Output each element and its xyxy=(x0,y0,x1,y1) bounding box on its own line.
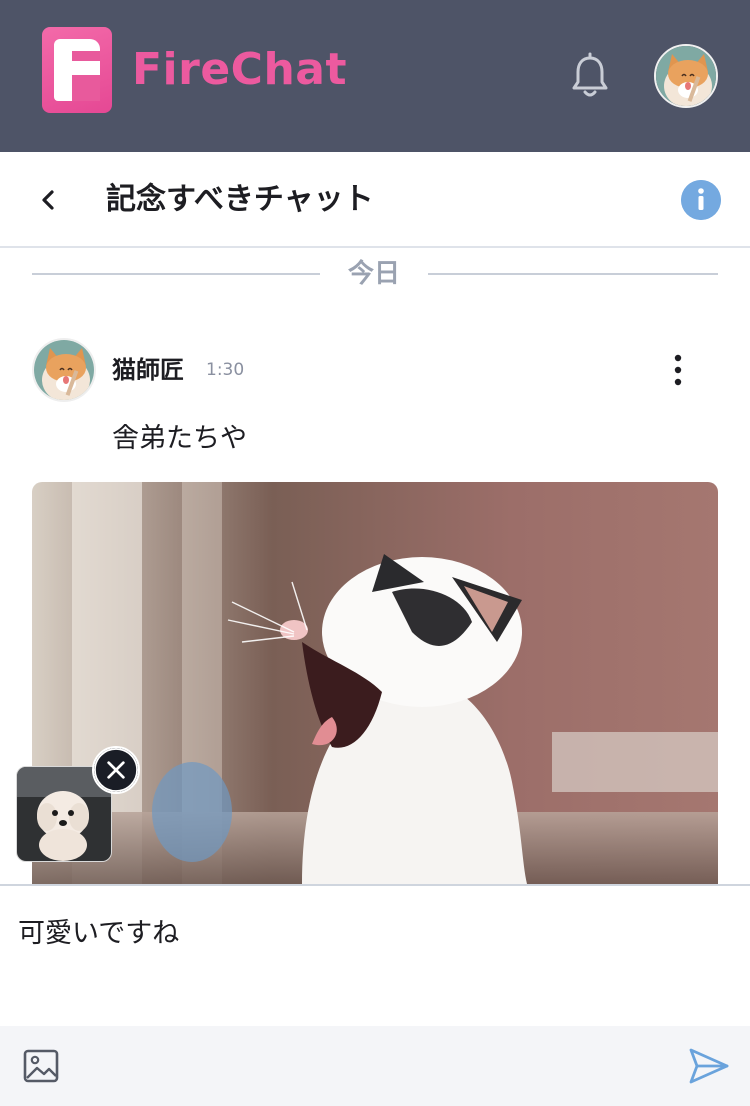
send-icon[interactable] xyxy=(688,1046,730,1086)
chevron-left-icon[interactable] xyxy=(30,182,66,218)
message-author-avatar[interactable] xyxy=(32,338,96,402)
cat-avatar-icon xyxy=(656,46,716,106)
chat-title-bar: 記念すべきチャット xyxy=(0,152,750,248)
close-icon[interactable] xyxy=(92,746,140,794)
message-input[interactable] xyxy=(18,908,718,952)
more-vertical-icon[interactable] xyxy=(664,350,692,390)
date-divider-label: 今日 xyxy=(347,259,400,289)
message-timestamp: 1:30 xyxy=(206,360,245,380)
message-image-yawning-cat[interactable] xyxy=(32,482,718,884)
bell-icon[interactable] xyxy=(568,52,612,100)
brand-name: FireChat xyxy=(132,44,348,95)
composer-toolbar xyxy=(0,1026,750,1106)
image-icon[interactable] xyxy=(22,1048,60,1084)
user-avatar[interactable] xyxy=(654,44,718,108)
message-composer xyxy=(0,884,750,1026)
app-header: FireChat xyxy=(0,0,750,152)
message-author-name: 猫師匠 xyxy=(112,356,184,384)
date-divider: 今日 xyxy=(32,255,718,293)
app-logo[interactable] xyxy=(42,27,112,113)
info-icon[interactable] xyxy=(681,180,721,220)
chat-title: 記念すべきチャット xyxy=(106,182,374,217)
cat-avatar-icon xyxy=(34,340,94,400)
message-text: 舎弟たちや xyxy=(112,423,247,454)
cat-photo-icon xyxy=(32,482,718,884)
